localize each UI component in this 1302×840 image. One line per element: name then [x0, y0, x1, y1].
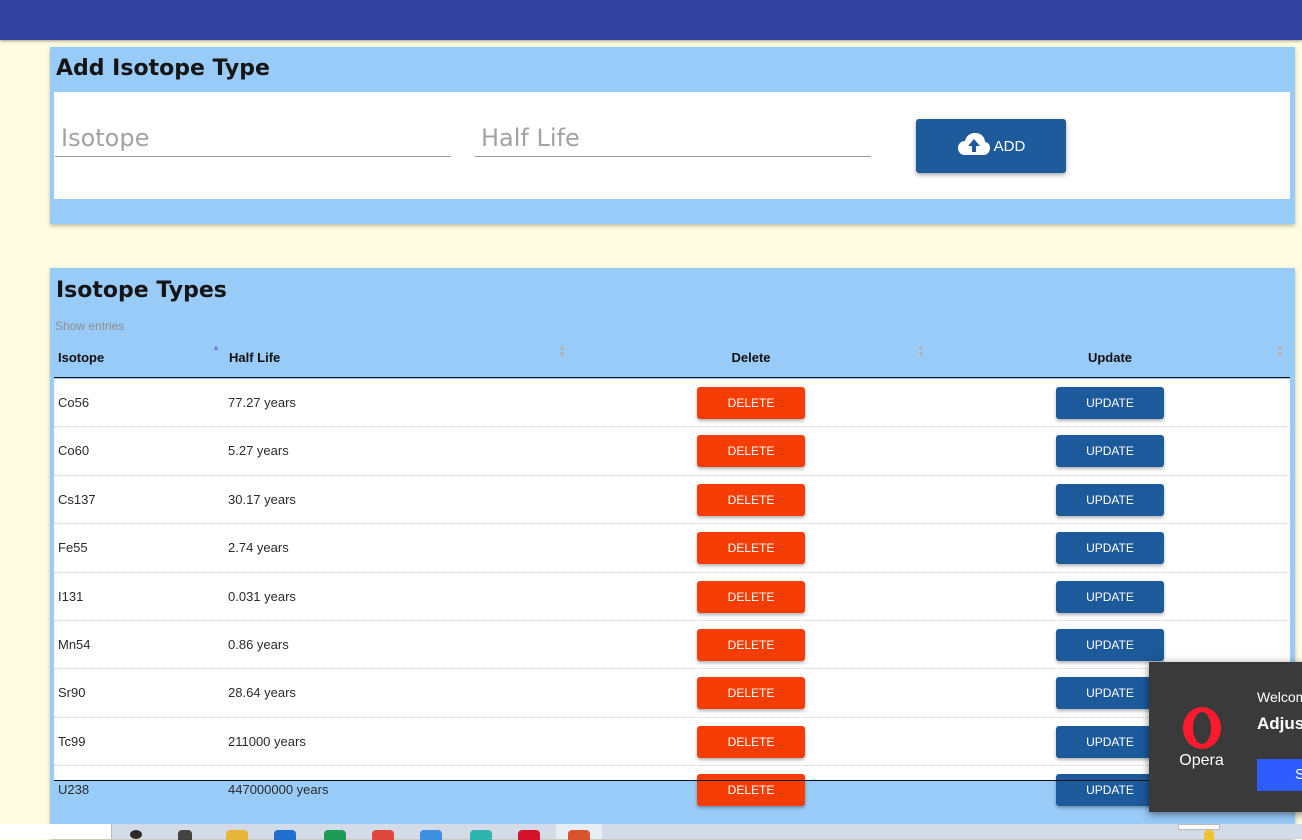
table-row: Co56 77.27 years DELETE UPDATE: [54, 379, 1290, 428]
half-life-cell: 5.27 years: [228, 443, 289, 459]
table-row: U238 447000000 years DELETE UPDATE: [54, 766, 1290, 807]
update-button[interactable]: UPDATE: [1056, 387, 1164, 419]
update-button[interactable]: UPDATE: [1056, 580, 1164, 613]
add-button[interactable]: ADD: [916, 119, 1066, 173]
column-header-half-life[interactable]: Half Life: [229, 344, 379, 378]
update-button[interactable]: UPDATE: [1056, 629, 1164, 661]
active-app-highlight[interactable]: [556, 824, 602, 840]
isotope-cell: Cs137: [58, 491, 96, 507]
opera-logo-icon: [1181, 706, 1223, 755]
isotope-cell: Mn54: [58, 637, 91, 652]
opera-welcome-text: Welcome: [1257, 689, 1302, 705]
delete-button[interactable]: DELETE: [697, 532, 805, 565]
half-life-cell: 447000000 years: [228, 782, 329, 798]
update-button[interactable]: UPDATE: [1056, 774, 1164, 807]
add-isotope-title: Add Isotope Type: [56, 56, 270, 81]
update-button[interactable]: UPDATE: [1056, 483, 1164, 516]
show-entries-label: Show entries: [55, 319, 125, 333]
sort-ascending-icon[interactable]: ▲: [212, 344, 220, 352]
delete-button[interactable]: DELETE: [697, 387, 805, 419]
table-row: Sr90 28.64 years DELETE UPDATE: [54, 669, 1290, 718]
table-body: Co56 77.27 years DELETE UPDATE Co60 5.27…: [54, 379, 1290, 807]
column-header-update[interactable]: Update: [931, 344, 1289, 378]
isotope-cell: Co56: [58, 395, 90, 410]
tray-input[interactable]: [1178, 824, 1220, 830]
table-row: Mn54 0.86 years DELETE UPDATE: [54, 621, 1290, 670]
update-button[interactable]: UPDATE: [1056, 435, 1164, 468]
opera-heading: Adjust: [1257, 714, 1302, 733]
isotope-cell: I131: [58, 588, 84, 604]
delete-button[interactable]: DELETE: [697, 435, 805, 468]
cloud-upload-icon: [957, 131, 994, 161]
isotope-cell: U238: [58, 782, 90, 798]
delete-button[interactable]: DELETE: [697, 483, 805, 516]
taskbar-search-box[interactable]: [0, 824, 112, 839]
isotope-types-card: Isotope Types Show entries Isotope ▲ Hal…: [50, 268, 1295, 839]
opera-welcome-notification[interactable]: Opera Welcome Adjust S: [1149, 662, 1302, 812]
add-isotope-form: ADD: [54, 92, 1290, 199]
half-life-cell: 77.27 years: [228, 395, 296, 410]
half-life-cell: 30.17 years: [228, 491, 296, 507]
top-app-bar: [0, 0, 1302, 40]
column-header-isotope[interactable]: Isotope: [58, 344, 218, 378]
update-button[interactable]: UPDATE: [1056, 677, 1164, 710]
column-header-delete[interactable]: Delete: [572, 344, 930, 378]
opera-action-button[interactable]: S: [1257, 759, 1302, 791]
isotope-cell: Fe55: [58, 540, 88, 556]
opera-name-label: Opera: [1179, 752, 1224, 769]
delete-button[interactable]: DELETE: [697, 629, 805, 661]
delete-button[interactable]: DELETE: [697, 677, 805, 710]
half-life-cell: 2.74 years: [228, 540, 289, 556]
half-life-cell: 0.031 years: [228, 588, 296, 604]
isotope-input[interactable]: [55, 120, 451, 157]
sort-icon[interactable]: ▲ ▼: [917, 344, 925, 359]
isotope-table: Isotope ▲ Half Life ▲ ▼ Delete ▲ ▼ Update …: [54, 344, 1290, 839]
table-row: I131 0.031 years DELETE UPDATE: [54, 573, 1290, 621]
table-bottom-border: [54, 780, 1290, 781]
sort-icon[interactable]: ▲ ▼: [558, 344, 566, 359]
table-row: Cs137 30.17 years DELETE UPDATE: [54, 476, 1290, 525]
delete-button[interactable]: DELETE: [697, 774, 805, 807]
delete-button[interactable]: DELETE: [697, 580, 805, 613]
windows-taskbar: [0, 824, 1302, 840]
search-icon[interactable]: [130, 830, 142, 839]
isotope-cell: Co60: [58, 443, 90, 459]
table-header: Isotope ▲ Half Life ▲ ▼ Delete ▲ ▼ Update …: [54, 344, 1290, 378]
add-button-label: ADD: [993, 137, 1026, 155]
table-row: Fe55 2.74 years DELETE UPDATE: [54, 524, 1290, 573]
half-life-cell: 0.86 years: [228, 637, 289, 652]
isotope-cell: Sr90: [58, 685, 86, 701]
table-row: Co60 5.27 years DELETE UPDATE: [54, 427, 1290, 476]
isotope-cell: Tc99: [58, 733, 86, 749]
half-life-input[interactable]: [475, 120, 871, 157]
table-row: Tc99 211000 years DELETE UPDATE: [54, 718, 1290, 767]
delete-button[interactable]: DELETE: [697, 725, 805, 758]
isotope-types-title: Isotope Types: [56, 278, 227, 303]
half-life-cell: 211000 years: [228, 733, 306, 749]
add-isotope-card: Add Isotope Type ADD: [50, 47, 1295, 224]
update-button[interactable]: UPDATE: [1056, 725, 1164, 758]
sort-icon[interactable]: ▲ ▼: [1276, 344, 1284, 359]
update-button[interactable]: UPDATE: [1056, 532, 1164, 565]
half-life-cell: 28.64 years: [228, 685, 296, 701]
